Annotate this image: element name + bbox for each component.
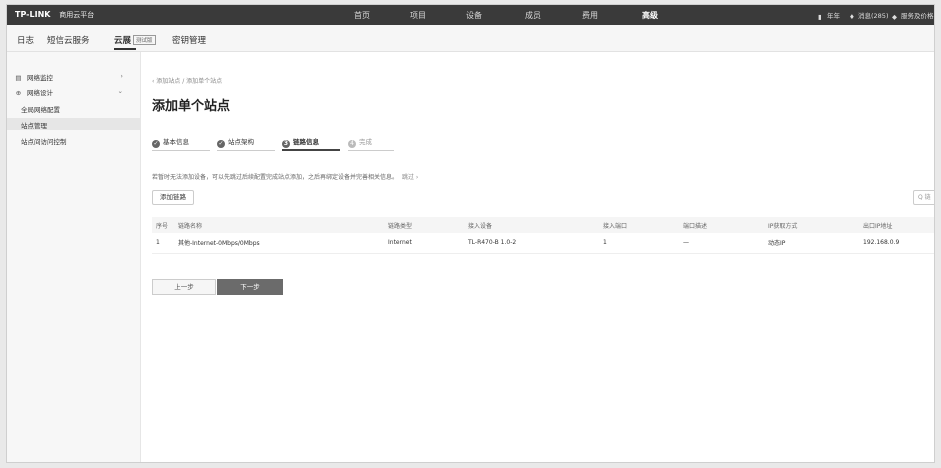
building-icon: ▮ [818,13,822,21]
next-step-button[interactable]: 下一步 [217,279,283,295]
cell-device: TL-R470-B 1.0-2 [464,233,599,254]
diamond-icon: ◆ [892,13,897,21]
tab-cloud-expo-label: 云展 [114,36,132,46]
check-icon: ✓ [217,140,225,148]
cell-ip-method: 动态IP [764,233,859,254]
tab-logs[interactable]: 日志 [17,34,34,46]
sidebar-item-site-management[interactable]: 站点管理 [7,118,140,130]
step-label: 站点架构 [228,138,254,146]
add-link-button[interactable]: 添加链路 [152,190,194,205]
col-link-name: 链路名称 [174,217,384,233]
breadcrumb[interactable]: ‹ 添加站点 / 添加单个站点 [152,76,222,85]
tab-key-management[interactable]: 密钥管理 [172,34,206,46]
sidebar-item-network-monitor[interactable]: ▤ 网络监控 › [15,72,133,82]
nav-devices[interactable]: 设备 [466,10,482,21]
chevron-down-icon: ⌄ [117,87,123,95]
step-basic-info: ✓ 基本信息 [152,136,189,148]
hint-text: 若暂时无法添加设备，可以先跳过后续配置完成站点添加，之后再绑定设备并完善相关信息… [152,172,418,181]
step-line [217,150,275,151]
hint-message: 若暂时无法添加设备，可以先跳过后续配置完成站点添加，之后再绑定设备并完善相关信息… [152,174,399,181]
brand-logo[interactable]: TP-LINK 商用云平台 [15,10,94,20]
secondary-nav: 日志 短信云服务 云展 测试版 密钥管理 [7,25,934,52]
cell-port: 1 [599,233,679,254]
sidebar-item-global-network-config[interactable]: 全局网络配置 [21,104,60,114]
service-label: 服务及价格 [901,12,934,20]
year-label: 年年 [827,12,840,20]
link-table: 序号 链路名称 链路类型 接入设备 接入端口 端口描述 IP获取方式 出口IP地… [152,217,934,254]
tab-sms-service[interactable]: 短信云服务 [47,34,90,46]
page-title: 添加单个站点 [152,99,231,114]
cell-link-type: Internet [384,233,464,254]
sidebar-item-label: 网络设计 [27,89,53,97]
step-line [152,150,210,151]
nav-members[interactable]: 成员 [525,10,541,21]
tab-cloud-expo[interactable]: 云展 测试版 [114,34,156,46]
cell-link-name: 其他-Internet-0Mbps/0Mbps [174,233,384,254]
nav-home[interactable]: 首页 [354,10,370,21]
main-content: ‹ 添加站点 / 添加单个站点 添加单个站点 ✓ 基本信息 ✓ 站点架构 3 链路信息… [141,52,934,462]
nav-advanced[interactable]: 高级 [642,10,658,21]
step-complete: 4 完成 [348,136,372,148]
active-tab-indicator [114,48,136,50]
sidebar-item-network-design[interactable]: ⊕ 网络设计 ⌄ [15,87,133,97]
cell-egress-ip: 192.168.0.9 [859,233,934,254]
step-label: 基本信息 [163,138,189,146]
monitor-icon: ▤ [15,74,22,82]
chevron-right-icon: › [120,72,123,80]
step-link-info: 3 链路信息 [282,136,319,148]
step-line [348,150,394,151]
brand-subtitle: 商用云平台 [59,11,95,19]
step-number-icon: 4 [348,140,356,148]
col-port-desc: 端口描述 [679,217,764,233]
top-bar: TP-LINK 商用云平台 首页 项目 设备 成员 费用 高级 ▮ 年年 ♦ 消息(… [7,5,934,25]
col-ip-method: IP获取方式 [764,217,859,233]
col-port: 接入端口 [599,217,679,233]
col-device: 接入设备 [464,217,599,233]
skip-link[interactable]: 跳过 › [402,174,418,181]
messages-label: 消息(285) [858,12,889,20]
beta-badge: 测试版 [133,35,156,45]
cell-index: 1 [152,233,174,254]
check-icon: ✓ [152,140,160,148]
messages-menu[interactable]: ♦ 消息(285) [849,10,889,21]
col-index: 序号 [152,217,174,233]
step-line-current [282,149,340,151]
sidebar-item-site-access-control[interactable]: 站点间访问控制 [21,136,67,146]
nav-billing[interactable]: 费用 [582,10,598,21]
col-link-type: 链路类型 [384,217,464,233]
globe-icon: ⊕ [15,89,22,97]
brand-name: TP-LINK [15,10,51,19]
nav-projects[interactable]: 项目 [410,10,426,21]
previous-step-button[interactable]: 上一步 [152,279,216,295]
step-label: 完成 [359,138,372,146]
sidebar: ▤ 网络监控 › ⊕ 网络设计 ⌄ 全局网络配置 站点管理 站点间访问控制 [7,52,141,462]
step-site-architecture: ✓ 站点架构 [217,136,254,148]
service-menu[interactable]: ◆ 服务及价格 [892,10,934,21]
year-menu[interactable]: ▮ 年年 [818,10,840,21]
search-input[interactable]: Q 链 [913,190,934,205]
step-label: 链路信息 [293,138,319,146]
bell-icon: ♦ [849,13,855,21]
col-egress-ip: 出口IP地址 [859,217,934,233]
table-header-row: 序号 链路名称 链路类型 接入设备 接入端口 端口描述 IP获取方式 出口IP地… [152,217,934,233]
table-row[interactable]: 1 其他-Internet-0Mbps/0Mbps Internet TL-R4… [152,233,934,254]
sidebar-item-label: 网络监控 [27,74,53,82]
app-window: TP-LINK 商用云平台 首页 项目 设备 成员 费用 高级 ▮ 年年 ♦ 消息(… [6,4,935,463]
step-number-icon: 3 [282,140,290,148]
cell-port-desc: — [679,233,764,254]
